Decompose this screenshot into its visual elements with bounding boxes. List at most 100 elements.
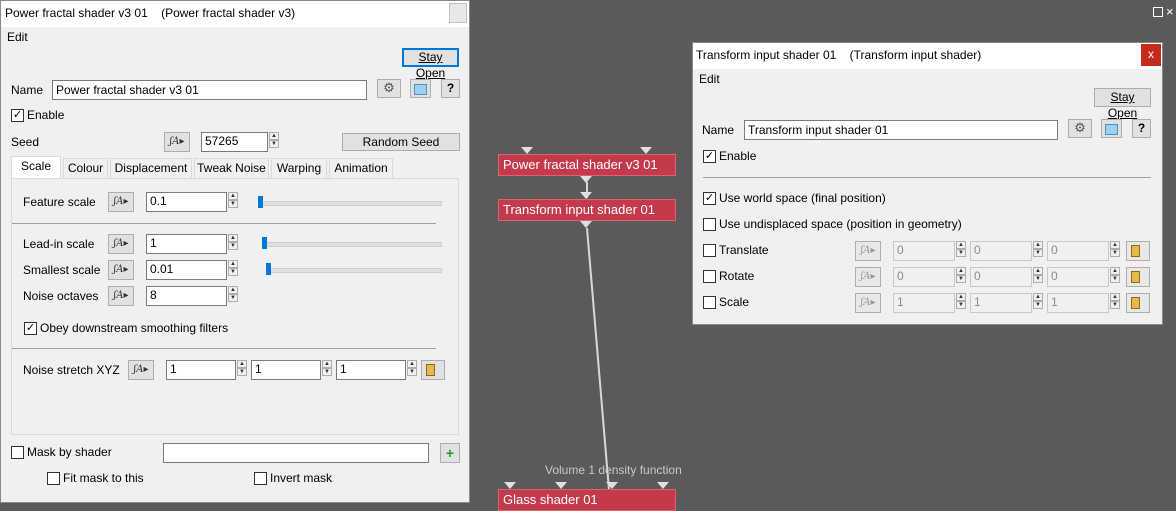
- name-field[interactable]: Power fractal shader v3 01: [52, 80, 367, 100]
- scale-z-field[interactable]: 1: [1047, 293, 1109, 313]
- rotate-x-spinner[interactable]: ▲ ▼: [956, 267, 966, 283]
- translate-checkbox[interactable]: [703, 244, 716, 257]
- random-seed-button[interactable]: Random Seed: [342, 133, 460, 151]
- graph-node-transform-input[interactable]: Transform input shader 01: [498, 199, 676, 221]
- tab-colour[interactable]: Colour: [63, 158, 108, 178]
- lead-in-scale-anim-button[interactable]: ʃA▸: [108, 234, 134, 254]
- translate-y-spinner[interactable]: ▲ ▼: [1033, 241, 1043, 257]
- obey-smoothing-checkbox[interactable]: ✓: [24, 322, 37, 335]
- close-button[interactable]: [449, 3, 467, 23]
- feature-scale-anim-button[interactable]: ʃA▸: [108, 192, 134, 212]
- scale-paste-button[interactable]: [1126, 293, 1150, 313]
- scale-y-spinner[interactable]: ▲ ▼: [1033, 293, 1043, 309]
- menu-edit[interactable]: Edit: [7, 30, 28, 44]
- noise-stretch-x-field[interactable]: 1: [166, 360, 236, 380]
- translate-z-field[interactable]: 0: [1047, 241, 1109, 261]
- mask-shader-field[interactable]: [163, 443, 429, 463]
- name-field[interactable]: Transform input shader 01: [744, 120, 1058, 140]
- lead-in-scale-slider-thumb[interactable]: [262, 237, 267, 249]
- node-input-port[interactable]: [606, 482, 618, 489]
- help-button[interactable]: ?: [441, 79, 460, 98]
- scale-x-field[interactable]: 1: [893, 293, 955, 313]
- scale-y-field[interactable]: 1: [970, 293, 1032, 313]
- invert-mask-checkbox[interactable]: [254, 472, 267, 485]
- rotate-z-spinner[interactable]: ▲ ▼: [1110, 267, 1120, 283]
- seed-anim-button[interactable]: ʃA▸: [164, 132, 190, 152]
- menu-edit[interactable]: Edit: [699, 72, 720, 86]
- rotate-anim-button[interactable]: ʃA▸: [855, 267, 881, 287]
- translate-anim-button[interactable]: ʃA▸: [855, 241, 881, 261]
- scale-anim-button[interactable]: ʃA▸: [855, 293, 881, 313]
- settings-button[interactable]: ⚙: [1068, 119, 1092, 138]
- seed-spinner[interactable]: ▲ ▼: [269, 132, 279, 148]
- tab-animation[interactable]: Animation: [329, 158, 393, 178]
- node-input-port[interactable]: [657, 482, 669, 489]
- noise-octaves-anim-button[interactable]: ʃA▸: [108, 286, 134, 306]
- rotate-z-field[interactable]: 0: [1047, 267, 1109, 287]
- translate-z-spinner[interactable]: ▲ ▼: [1110, 241, 1120, 257]
- translate-y-field[interactable]: 0: [970, 241, 1032, 261]
- preview-button[interactable]: [410, 79, 431, 98]
- smallest-scale-slider[interactable]: [266, 268, 442, 273]
- feature-scale-field[interactable]: 0.1: [146, 192, 227, 212]
- rotate-y-field[interactable]: 0: [970, 267, 1032, 287]
- lead-in-scale-spinner[interactable]: ▲ ▼: [228, 234, 238, 250]
- noise-stretch-z-spinner[interactable]: ▲ ▼: [407, 360, 417, 376]
- rotate-y-spinner[interactable]: ▲ ▼: [1033, 267, 1043, 283]
- smallest-scale-slider-thumb[interactable]: [266, 263, 271, 275]
- undisplaced-space-checkbox[interactable]: [703, 218, 716, 231]
- noise-stretch-y-field[interactable]: 1: [251, 360, 321, 380]
- node-input-port[interactable]: [580, 192, 592, 199]
- smallest-scale-anim-button[interactable]: ʃA▸: [108, 260, 134, 280]
- stay-open-button[interactable]: Stay Open: [402, 48, 459, 80]
- rotate-x-field[interactable]: 0: [893, 267, 955, 287]
- noise-stretch-z-field[interactable]: 1: [336, 360, 406, 380]
- tab-scale[interactable]: Scale: [11, 156, 61, 178]
- add-mask-button[interactable]: +: [440, 443, 460, 463]
- rotate-checkbox[interactable]: [703, 270, 716, 283]
- rotate-paste-button[interactable]: [1126, 267, 1150, 287]
- translate-paste-button[interactable]: [1126, 241, 1150, 261]
- node-input-port[interactable]: [521, 147, 533, 154]
- graph-node-power-fractal[interactable]: Power fractal shader v3 01: [498, 154, 676, 176]
- feature-scale-spinner[interactable]: ▲ ▼: [228, 192, 238, 208]
- feature-scale-slider-thumb[interactable]: [258, 196, 263, 208]
- mask-by-shader-checkbox[interactable]: [11, 446, 24, 459]
- stay-open-button[interactable]: Stay Open: [1094, 88, 1151, 120]
- seed-field[interactable]: 57265: [201, 132, 268, 152]
- window-titlebar[interactable]: Transform input shader 01 (Transform inp…: [693, 43, 1162, 69]
- noise-stretch-y-spinner[interactable]: ▲ ▼: [322, 360, 332, 376]
- node-output-port[interactable]: [580, 221, 592, 228]
- smallest-scale-field[interactable]: 0.01: [146, 260, 227, 280]
- close-button[interactable]: x: [1141, 44, 1161, 66]
- noise-octaves-spinner[interactable]: ▲ ▼: [228, 286, 238, 302]
- paste-button[interactable]: [421, 360, 445, 380]
- restore-icon[interactable]: [1153, 7, 1163, 17]
- noise-octaves-field[interactable]: 8: [146, 286, 227, 306]
- fit-mask-checkbox[interactable]: [47, 472, 60, 485]
- scale-checkbox[interactable]: [703, 296, 716, 309]
- tab-tweak-noise[interactable]: Tweak Noise: [194, 158, 269, 178]
- node-input-port[interactable]: [555, 482, 567, 489]
- tab-displacement[interactable]: Displacement: [110, 158, 192, 178]
- feature-scale-slider[interactable]: [258, 201, 442, 206]
- enable-checkbox[interactable]: ✓: [11, 109, 24, 122]
- close-icon[interactable]: ×: [1166, 4, 1176, 20]
- node-input-port[interactable]: [640, 147, 652, 154]
- noise-stretch-x-spinner[interactable]: ▲ ▼: [237, 360, 247, 376]
- graph-node-glass-shader[interactable]: Glass shader 01: [498, 489, 676, 511]
- translate-x-spinner[interactable]: ▲ ▼: [956, 241, 966, 257]
- node-input-port[interactable]: [504, 482, 516, 489]
- scale-z-spinner[interactable]: ▲ ▼: [1110, 293, 1120, 309]
- lead-in-scale-field[interactable]: 1: [146, 234, 227, 254]
- noise-stretch-anim-button[interactable]: ʃA▸: [128, 360, 154, 380]
- help-button[interactable]: ?: [1132, 119, 1151, 138]
- scale-x-spinner[interactable]: ▲ ▼: [956, 293, 966, 309]
- translate-x-field[interactable]: 0: [893, 241, 955, 261]
- node-output-port[interactable]: [580, 176, 592, 183]
- world-space-checkbox[interactable]: ✓: [703, 192, 716, 205]
- settings-button[interactable]: ⚙: [377, 79, 401, 98]
- tab-warping[interactable]: Warping: [271, 158, 327, 178]
- smallest-scale-spinner[interactable]: ▲ ▼: [228, 260, 238, 276]
- preview-button[interactable]: [1101, 119, 1122, 138]
